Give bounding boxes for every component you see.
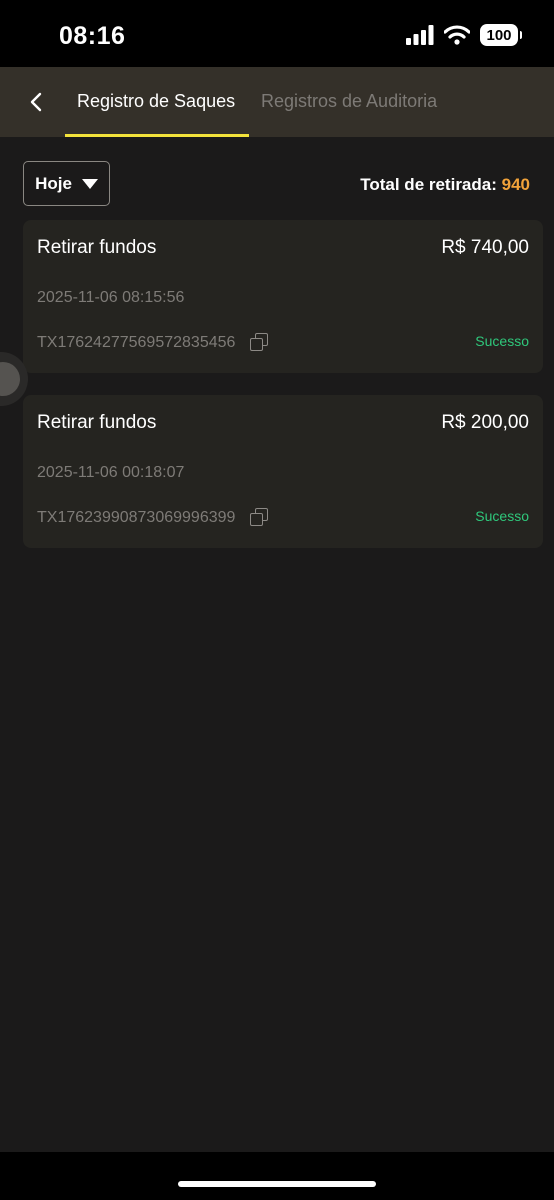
record-title: Retirar fundos bbox=[37, 412, 157, 433]
battery-level: 100 bbox=[486, 26, 512, 44]
bottom-bar bbox=[0, 1152, 554, 1200]
withdrawal-record: Retirar fundos R$ 200,00 2025-11-06 00:1… bbox=[23, 395, 543, 548]
record-amount: R$ 740,00 bbox=[441, 237, 529, 258]
header: Registro de Saques Registros de Auditori… bbox=[0, 67, 554, 137]
record-date: 2025-11-06 08:15:56 bbox=[37, 289, 185, 306]
record-amount: R$ 200,00 bbox=[441, 412, 529, 433]
tab-registros-de-auditoria[interactable]: Registros de Auditoria bbox=[261, 91, 437, 112]
record-tx: TX17624277569572835456 bbox=[37, 332, 271, 354]
date-filter-dropdown[interactable]: Hoje bbox=[23, 161, 110, 206]
total-withdrawal: Total de retirada: 940 bbox=[360, 175, 530, 195]
total-value: 940 bbox=[501, 175, 530, 194]
copy-icon[interactable] bbox=[249, 507, 271, 529]
home-indicator[interactable] bbox=[178, 1181, 376, 1187]
date-filter-label: Hoje bbox=[35, 173, 72, 193]
withdrawal-record: Retirar fundos R$ 740,00 2025-11-06 08:1… bbox=[23, 220, 543, 373]
copy-icon[interactable] bbox=[249, 332, 271, 354]
record-date: 2025-11-06 00:18:07 bbox=[37, 464, 185, 481]
tab-registro-de-saques[interactable]: Registro de Saques bbox=[77, 91, 235, 112]
record-title: Retirar fundos bbox=[37, 237, 157, 258]
cellular-signal-icon bbox=[406, 25, 434, 45]
record-status: Sucesso bbox=[475, 333, 529, 349]
caret-down-icon bbox=[81, 178, 98, 189]
record-status: Sucesso bbox=[475, 508, 529, 524]
battery-icon: 100 bbox=[480, 24, 522, 46]
total-label: Total de retirada: bbox=[360, 175, 497, 194]
status-time: 08:16 bbox=[59, 22, 126, 50]
wifi-icon bbox=[444, 25, 470, 45]
record-tx-id: TX17624277569572835456 bbox=[37, 334, 236, 351]
status-icons: 100 bbox=[406, 24, 522, 46]
status-bar: 08:16 100 bbox=[0, 0, 554, 67]
record-tx-id: TX17623990873069996399 bbox=[37, 509, 236, 526]
record-tx: TX17623990873069996399 bbox=[37, 507, 271, 529]
back-button[interactable] bbox=[22, 87, 50, 117]
chevron-left-icon bbox=[30, 92, 42, 112]
active-tab-indicator bbox=[65, 134, 249, 137]
